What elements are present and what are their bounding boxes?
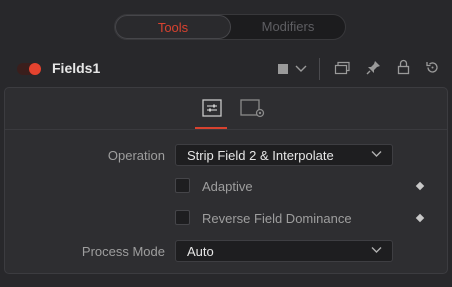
pin-icon[interactable] [366,60,381,75]
color-swatch-icon[interactable] [277,63,289,75]
adaptive-keyframe-diamond-icon[interactable] [415,181,425,191]
reverse-field-dominance-checkbox[interactable] [175,210,190,225]
tab-modifiers[interactable]: Modifiers [231,15,345,39]
operation-value: Strip Field 2 & Interpolate [187,148,334,163]
active-tab-underline [195,127,227,129]
view-window-icon[interactable] [334,61,350,75]
adaptive-checkbox[interactable] [175,178,190,193]
reset-icon[interactable] [425,60,440,75]
reverse-field-dominance-label: Reverse Field Dominance [202,211,352,226]
node-name: Fields1 [52,60,101,76]
node-header: Fields1 [0,52,452,86]
chevron-down-icon [371,151,382,157]
panel-tab-row [5,88,447,130]
reverse-field-keyframe-diamond-icon[interactable] [415,213,425,223]
toggle-knob [29,63,41,75]
controls-icon[interactable] [202,99,222,117]
settings-icon[interactable] [240,99,268,119]
tab-bar: Tools Modifiers [114,14,346,40]
process-mode-dropdown[interactable]: Auto [175,240,393,262]
chevron-down-icon[interactable] [295,65,307,73]
chevron-down-icon [371,247,382,253]
tab-tools[interactable]: Tools [115,15,231,39]
operation-dropdown[interactable]: Strip Field 2 & Interpolate [175,144,393,166]
process-mode-label: Process Mode [81,244,165,259]
process-mode-value: Auto [187,244,214,259]
adaptive-label: Adaptive [202,179,253,194]
header-separator [319,58,320,80]
operation-label: Operation [107,148,165,163]
lock-icon[interactable] [397,59,410,75]
node-enable-toggle[interactable] [17,63,41,75]
inspector-panel: Operation Strip Field 2 & Interpolate Ad… [4,87,448,274]
